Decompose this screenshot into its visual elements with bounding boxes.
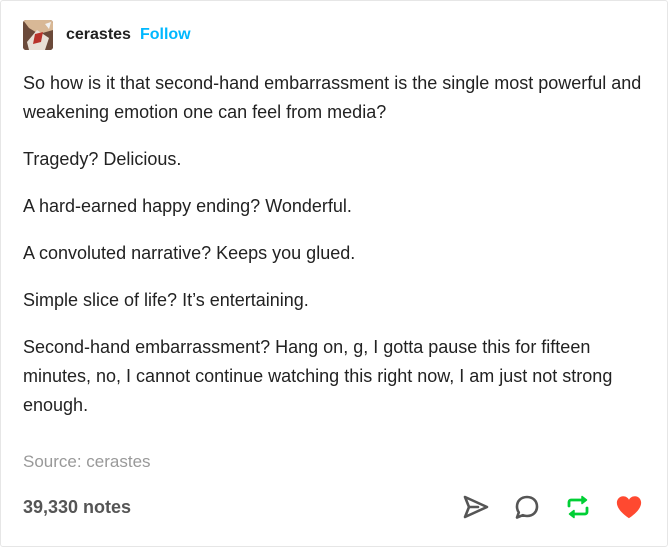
post-footer: 39,330 notes [23,491,643,523]
reply-icon[interactable] [513,493,541,521]
post-source[interactable]: Source: cerastes [23,452,151,472]
post-header: cerastes Follow [23,19,191,51]
post-paragraph: So how is it that second-hand embarrassm… [23,73,642,122]
heart-icon[interactable] [615,493,643,521]
avatar[interactable] [23,20,53,50]
post-body: So how is it that second-hand embarrassm… [23,69,643,438]
post-actions [462,493,643,521]
follow-button[interactable]: Follow [140,26,191,44]
notes-count[interactable]: 39,330 notes [23,497,131,518]
author-name[interactable]: cerastes [66,26,131,44]
post-card: cerastes Follow So how is it that second… [0,0,668,547]
post-paragraph: Tragedy? Delicious. [23,149,182,169]
post-paragraph: A hard-earned happy ending? Wonderful. [23,196,352,216]
post-paragraph: Simple slice of life? It’s entertaining. [23,290,309,310]
share-icon[interactable] [462,493,490,521]
reblog-icon[interactable] [564,493,592,521]
post-paragraph: A convoluted narrative? Keeps you glued. [23,243,356,263]
post-paragraph: Second-hand embarrassment? Hang on, g, I… [23,337,613,415]
